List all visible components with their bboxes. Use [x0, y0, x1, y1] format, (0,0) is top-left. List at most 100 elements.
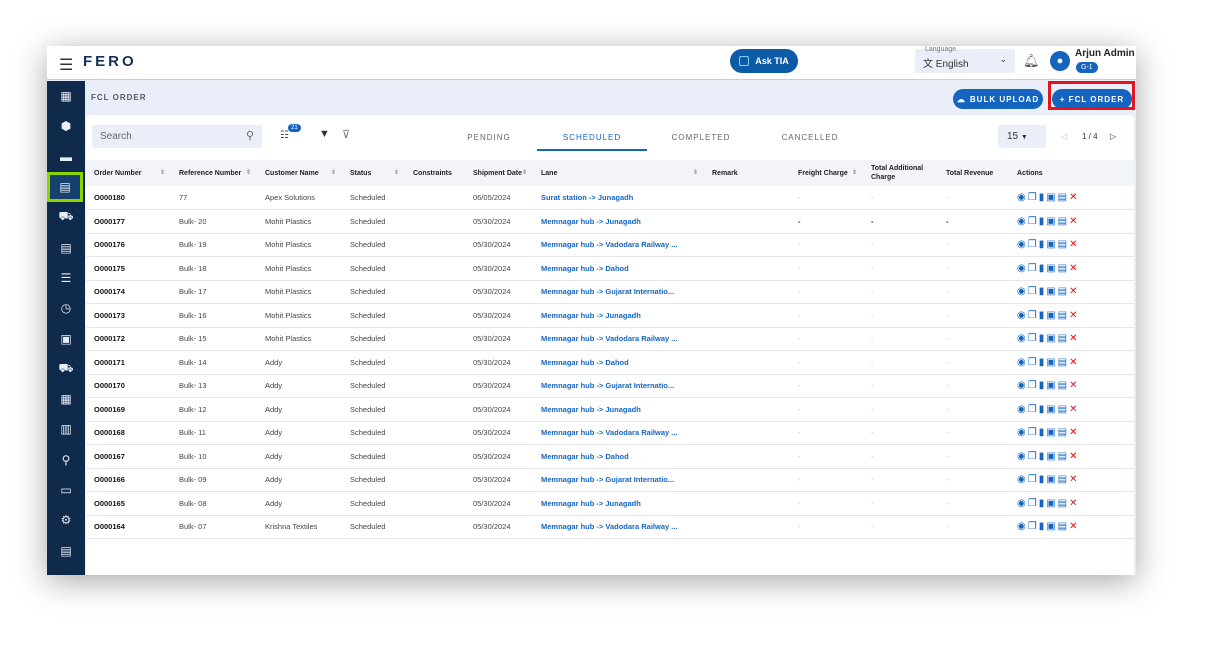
cancel-icon[interactable]: ✕: [1069, 286, 1079, 297]
excel-icon[interactable]: ▦: [47, 384, 85, 414]
bulk-upload-button[interactable]: ☁ BULK UPLOAD: [953, 89, 1043, 109]
payment-icon[interactable]: ▣: [1046, 357, 1057, 368]
cell-lane[interactable]: Memnagar hub -> Dahod: [533, 350, 704, 375]
shop-settings-icon[interactable]: ▭: [47, 475, 85, 505]
prev-page-icon[interactable]: ◁: [1061, 132, 1067, 141]
column-header[interactable]: Actions: [1009, 160, 1134, 186]
view-icon[interactable]: ◉: [1017, 521, 1028, 532]
column-header[interactable]: Constraints: [405, 160, 465, 186]
column-header[interactable]: Total Additional Charge: [863, 160, 938, 186]
payment-icon[interactable]: ▣: [1046, 310, 1057, 321]
cancel-icon[interactable]: ✕: [1069, 216, 1079, 227]
avatar[interactable]: ●: [1050, 51, 1070, 71]
cancel-icon[interactable]: ✕: [1069, 192, 1079, 203]
view-icon[interactable]: ◉: [1017, 216, 1028, 227]
column-header[interactable]: Reference Number ⇕: [171, 160, 257, 186]
payment-icon[interactable]: ▣: [1046, 286, 1057, 297]
cancel-icon[interactable]: ✕: [1069, 333, 1079, 344]
payment-icon[interactable]: ▣: [1046, 380, 1057, 391]
table-row[interactable]: O000165 Bulk- 08 Addy Scheduled 05/30/2024 Me…: [86, 491, 1134, 516]
table-row[interactable]: O000175 Bulk- 18 Mohit Plastics Scheduled 05…: [86, 256, 1134, 281]
view-icon[interactable]: ◉: [1017, 474, 1028, 485]
document-icon[interactable]: ▤: [1058, 427, 1069, 438]
sort-icon[interactable]: ⇕: [394, 169, 399, 178]
payment-icon[interactable]: ▣: [1046, 239, 1057, 250]
cell-lane[interactable]: Memnagar hub -> Junagadh: [533, 397, 704, 422]
sort-icon[interactable]: ⇕: [331, 169, 336, 178]
cell-lane[interactable]: Memnagar hub -> Junagadh: [533, 303, 704, 328]
document-icon[interactable]: ▤: [1058, 404, 1069, 415]
cancel-icon[interactable]: ✕: [1069, 427, 1079, 438]
cell-lane[interactable]: Surat station -> Junagadh: [533, 186, 704, 210]
column-header[interactable]: Status ⇕: [342, 160, 405, 186]
payment-icon[interactable]: ▣: [1046, 427, 1057, 438]
table-row[interactable]: O000167 Bulk- 10 Addy Scheduled 05/30/2024 Me…: [86, 444, 1134, 469]
building-icon[interactable]: ▥: [47, 414, 85, 444]
view-icon[interactable]: ◉: [1017, 498, 1028, 509]
document-icon[interactable]: ▤: [1058, 263, 1069, 274]
tab-pending[interactable]: PENDING: [434, 133, 544, 142]
cell-lane[interactable]: Memnagar hub -> Dahod: [533, 444, 704, 469]
view-icon[interactable]: ◉: [1017, 427, 1028, 438]
language-select[interactable]: Language 文 English ⌄: [915, 46, 1015, 73]
per-page-select[interactable]: 15 ▼: [998, 125, 1046, 148]
view-icon[interactable]: ◉: [1017, 404, 1028, 415]
table-row[interactable]: O000170 Bulk- 13 Addy Scheduled 05/30/2024 Me…: [86, 374, 1134, 398]
copy-icon[interactable]: ❐: [1028, 498, 1039, 509]
file-export-icon[interactable]: ▤: [47, 535, 85, 565]
cancel-icon[interactable]: ✕: [1069, 357, 1079, 368]
next-page-icon[interactable]: ▷: [1110, 132, 1116, 141]
copy-icon[interactable]: ❐: [1028, 474, 1039, 485]
route-icon[interactable]: ⚲: [47, 445, 85, 475]
cash-icon[interactable]: ▣: [47, 323, 85, 353]
cancel-icon[interactable]: ✕: [1069, 498, 1079, 509]
payment-icon[interactable]: ▣: [1046, 521, 1057, 532]
payment-icon[interactable]: ▣: [1046, 192, 1057, 203]
container-icon[interactable]: ▤: [47, 171, 83, 203]
cancel-icon[interactable]: ✕: [1069, 380, 1079, 391]
copy-icon[interactable]: ❐: [1028, 380, 1039, 391]
copy-icon[interactable]: ❐: [1028, 333, 1039, 344]
payment-icon[interactable]: ▣: [1046, 498, 1057, 509]
table-row[interactable]: O000177 Bulk- 20 Mohit Plastics Scheduled 05…: [86, 209, 1134, 234]
cell-lane[interactable]: Memnagar hub -> Vadodara Railway ...: [533, 327, 704, 351]
table-row[interactable]: O000166 Bulk- 09 Addy Scheduled 05/30/2024 Me…: [86, 468, 1134, 492]
table-row[interactable]: O000168 Bulk- 11 Addy Scheduled 05/30/2024 Me…: [86, 421, 1134, 445]
payment-icon[interactable]: ▣: [1046, 404, 1057, 415]
database-icon[interactable]: ☰: [47, 263, 85, 293]
document-icon[interactable]: ▤: [1058, 521, 1069, 532]
view-icon[interactable]: ◉: [1017, 310, 1028, 321]
copy-icon[interactable]: ❐: [1028, 451, 1039, 462]
dashboard-icon[interactable]: ▦: [47, 81, 85, 111]
loading-dock-icon[interactable]: ▬: [47, 142, 85, 172]
table-row[interactable]: O000172 Bulk- 15 Mohit Plastics Scheduled 05…: [86, 327, 1134, 351]
copy-icon[interactable]: ❐: [1028, 263, 1039, 274]
cell-lane[interactable]: Memnagar hub -> Vadodara Railway ...: [533, 421, 704, 445]
table-row[interactable]: O000164 Bulk- 07 Krishna Textiles Scheduled…: [86, 515, 1134, 539]
filter-icon[interactable]: ▼: [319, 128, 330, 140]
column-header[interactable]: Freight Charge ⇕: [790, 160, 863, 186]
sort-icon[interactable]: ⇕: [693, 169, 698, 178]
copy-icon[interactable]: ❐: [1028, 192, 1039, 203]
document-icon[interactable]: ▤: [1058, 451, 1069, 462]
view-icon[interactable]: ◉: [1017, 333, 1028, 344]
document-icon[interactable]: ▤: [1058, 216, 1069, 227]
document-icon[interactable]: ▤: [1058, 333, 1069, 344]
cell-lane[interactable]: Memnagar hub -> Junagadh: [533, 209, 704, 234]
cancel-icon[interactable]: ✕: [1069, 310, 1079, 321]
sort-icon[interactable]: ⇕: [522, 169, 527, 178]
document-icon[interactable]: ▤: [47, 232, 85, 262]
sort-icon[interactable]: ⇕: [160, 169, 165, 178]
cell-lane[interactable]: Memnagar hub -> Dahod: [533, 256, 704, 281]
table-row[interactable]: O000173 Bulk- 16 Mohit Plastics Scheduled 05…: [86, 303, 1134, 328]
cancel-icon[interactable]: ✕: [1069, 263, 1079, 274]
sort-icon[interactable]: ⇕: [246, 169, 251, 178]
copy-icon[interactable]: ❐: [1028, 404, 1039, 415]
view-icon[interactable]: ◉: [1017, 380, 1028, 391]
column-header[interactable]: Total Revenue: [938, 160, 1009, 186]
bus-clock-icon[interactable]: ◷: [47, 293, 85, 323]
cancel-icon[interactable]: ✕: [1069, 474, 1079, 485]
document-icon[interactable]: ▤: [1058, 310, 1069, 321]
tab-cancelled[interactable]: CANCELLED: [755, 133, 865, 142]
payment-icon[interactable]: ▣: [1046, 263, 1057, 274]
